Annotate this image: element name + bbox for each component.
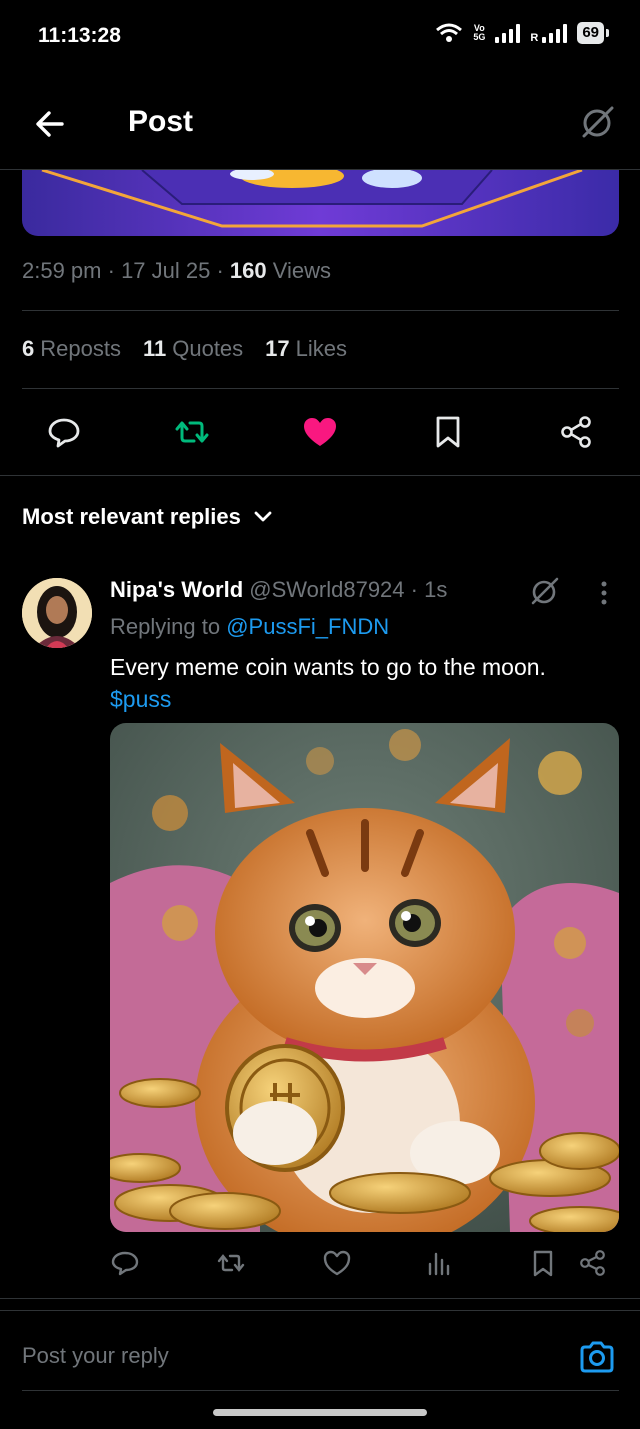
repost-icon[interactable] xyxy=(174,414,210,450)
reply-age: 1s xyxy=(424,577,448,602)
roaming-label: R xyxy=(530,32,539,44)
repost-icon[interactable] xyxy=(216,1248,246,1278)
reply-sort-dropdown[interactable]: Most relevant replies xyxy=(22,504,273,530)
wifi-icon xyxy=(436,23,463,42)
replying-to-link[interactable]: @PussFi_FNDN xyxy=(226,614,389,639)
likes-stat[interactable]: 17 Likes xyxy=(265,336,347,362)
reply-input[interactable]: Post your reply xyxy=(22,1343,169,1369)
reply-text: Every meme coin wants to go to the moon.… xyxy=(110,651,620,715)
status-bar: 11:13:28 Vo 5G R 69 xyxy=(0,0,640,72)
reply-image[interactable] xyxy=(110,723,619,1232)
post-image[interactable] xyxy=(22,170,619,236)
reposts-stat[interactable]: 6 Reposts xyxy=(22,336,121,362)
volte-indicator: Vo 5G xyxy=(473,23,486,42)
grok-icon[interactable] xyxy=(578,102,618,142)
heart-icon[interactable] xyxy=(322,1248,352,1278)
sort-label: Most relevant replies xyxy=(22,504,241,529)
divider xyxy=(0,1298,640,1299)
author-handle: @SWorld87924 xyxy=(249,577,405,602)
author-name: Nipa's World xyxy=(110,577,244,602)
analytics-icon[interactable] xyxy=(424,1248,454,1278)
grok-icon[interactable] xyxy=(528,574,562,608)
quotes-stat[interactable]: 11 Quotes xyxy=(143,336,243,362)
replying-to: Replying to @PussFi_FNDN xyxy=(110,614,390,639)
signal-icon xyxy=(495,23,521,43)
camera-icon[interactable] xyxy=(578,1338,616,1376)
post-action-bar xyxy=(0,410,640,456)
heart-icon[interactable] xyxy=(302,414,338,450)
divider xyxy=(0,1310,640,1311)
page-title: Post xyxy=(128,105,194,138)
divider xyxy=(22,1390,619,1391)
top-app-bar: Post xyxy=(0,72,640,170)
battery-icon: 69 xyxy=(577,22,609,44)
divider xyxy=(22,388,619,389)
views-count: 160 xyxy=(229,258,267,283)
more-icon[interactable] xyxy=(592,578,616,608)
engagement-stats: 6 Reposts 11 Quotes 17 Likes xyxy=(22,336,347,362)
comment-icon[interactable] xyxy=(110,1248,140,1278)
comment-icon[interactable] xyxy=(46,414,82,450)
divider xyxy=(0,475,640,476)
share-icon[interactable] xyxy=(578,1248,608,1278)
chevron-down-icon xyxy=(254,511,272,522)
status-icons: Vo 5G R 69 xyxy=(435,22,609,44)
home-indicator[interactable] xyxy=(213,1409,427,1416)
reply-action-bar xyxy=(0,1246,640,1282)
reply-author[interactable]: Nipa's World @SWorld87924 · 1s xyxy=(110,577,447,603)
avatar[interactable] xyxy=(22,578,92,648)
share-icon[interactable] xyxy=(558,414,594,450)
bookmark-icon[interactable] xyxy=(430,414,466,450)
post-timestamp: 2:59 pm · 17 Jul 25 · 160 Views xyxy=(22,258,332,283)
signal-2-icon xyxy=(542,23,568,43)
back-arrow-icon[interactable] xyxy=(30,104,70,144)
bookmark-icon[interactable] xyxy=(528,1248,558,1278)
cashtag-link[interactable]: $puss xyxy=(110,683,620,715)
status-time: 11:13:28 xyxy=(38,24,121,47)
divider xyxy=(22,310,619,311)
